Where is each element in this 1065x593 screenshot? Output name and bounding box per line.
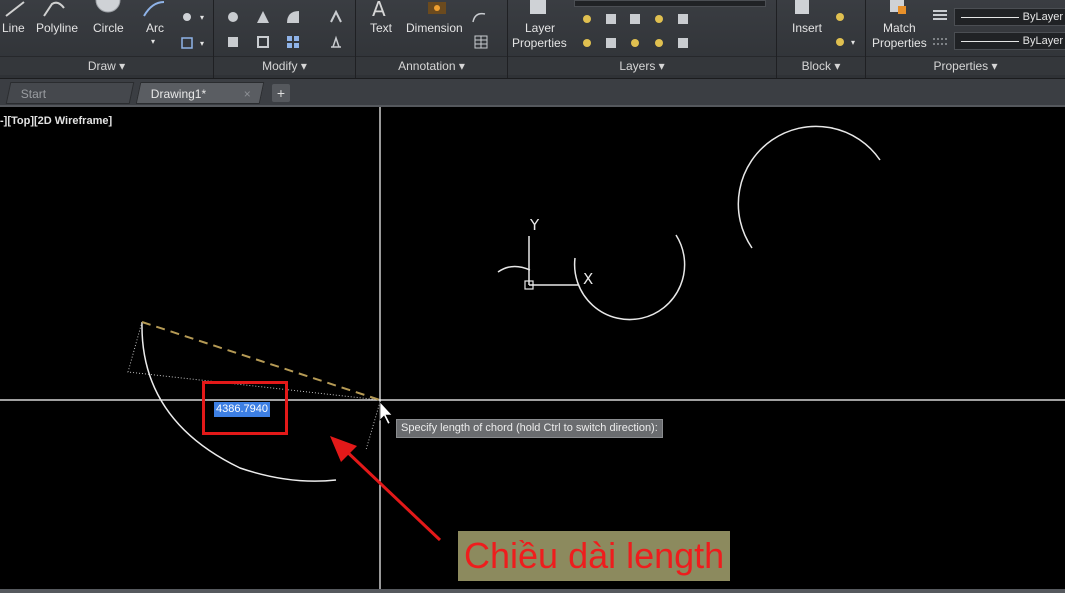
- linetype-dropdown-line: [961, 41, 1019, 42]
- layer-tool-9-icon[interactable]: [652, 36, 666, 50]
- polyline-icon[interactable]: [42, 0, 68, 23]
- draw-panel-title[interactable]: Draw ▾: [0, 56, 213, 75]
- layer-tool-8-icon[interactable]: [628, 36, 642, 50]
- lineweight-icon[interactable]: [932, 8, 947, 22]
- viewport-controls[interactable]: -][Top][2D Wireframe]: [0, 115, 112, 127]
- layer-tool-7-icon[interactable]: [604, 36, 618, 50]
- highlight-box: [202, 381, 288, 435]
- layer-tool-5-icon[interactable]: [676, 12, 690, 26]
- annotation-panel: A Text Dimension Annotation ▾: [356, 0, 508, 78]
- tab-drawing1-label: Drawing1*: [150, 87, 207, 101]
- line-icon[interactable]: [4, 0, 26, 23]
- command-tooltip: Specify length of chord (hold Ctrl to sw…: [396, 419, 663, 438]
- close-icon[interactable]: ×: [244, 83, 251, 105]
- fillet-icon[interactable]: [329, 9, 343, 24]
- polyline-tool-label[interactable]: Polyline: [36, 21, 78, 35]
- layer-tool-3-icon[interactable]: [628, 12, 642, 26]
- copy-icon[interactable]: [226, 35, 240, 49]
- tab-drawing1[interactable]: Drawing1* ×: [135, 82, 265, 105]
- annotation-panel-title[interactable]: Annotation ▾: [356, 56, 507, 75]
- mirror-icon[interactable]: [256, 35, 270, 49]
- region-icon[interactable]: [180, 36, 194, 50]
- offset-icon[interactable]: [329, 35, 343, 49]
- hatch-icon[interactable]: [180, 10, 194, 24]
- match-properties-label-2[interactable]: Properties: [872, 36, 927, 50]
- lineweight-dropdown-value: ByLayer: [1022, 11, 1063, 23]
- drawing-canvas[interactable]: [0, 107, 1065, 593]
- callout-label: Chiều dài length: [458, 531, 731, 581]
- draw-more-icon[interactable]: ▾: [200, 11, 204, 25]
- circle-icon[interactable]: [93, 0, 123, 23]
- layer-properties-label-2[interactable]: Properties: [512, 36, 567, 50]
- arc-tool-label[interactable]: Arc: [146, 21, 164, 35]
- properties-panel: Match Properties ByLayer ByLayer Propert…: [866, 0, 1065, 78]
- line-tool-label[interactable]: Line: [2, 21, 25, 35]
- linetype-icon[interactable]: [932, 35, 947, 49]
- arc-dropdown-icon[interactable]: ▾: [151, 35, 155, 49]
- layer-tool-4-icon[interactable]: [652, 12, 666, 26]
- tab-start[interactable]: Start: [5, 82, 135, 104]
- draw-more2-icon[interactable]: ▾: [200, 37, 204, 51]
- match-properties-label-1[interactable]: Match: [883, 21, 916, 35]
- svg-text:A: A: [372, 0, 386, 18]
- array-icon[interactable]: [286, 35, 300, 49]
- arc-icon[interactable]: [142, 0, 166, 23]
- layers-panel: Layer Properties Layers ▾: [508, 0, 777, 78]
- dimension-tool-label[interactable]: Dimension: [406, 21, 463, 35]
- block-panel-title[interactable]: Block ▾: [777, 56, 865, 75]
- layer-properties-label-1[interactable]: Layer: [525, 21, 555, 35]
- layer-tool-2-icon[interactable]: [604, 12, 618, 26]
- ribbon: Line Polyline Circle Arc ▾ ▾ ▾ Draw ▾ Mo…: [0, 0, 1065, 79]
- add-tab-button[interactable]: +: [272, 84, 290, 102]
- layer-tool-1-icon[interactable]: [580, 12, 594, 26]
- edit-block-icon[interactable]: [833, 35, 847, 49]
- table-icon[interactable]: [474, 35, 488, 49]
- lineweight-dropdown-line: [961, 17, 1019, 18]
- layer-dropdown[interactable]: [574, 0, 766, 7]
- layer-tool-6-icon[interactable]: [580, 36, 594, 50]
- text-tool-label[interactable]: Text: [370, 21, 392, 35]
- linetype-dropdown-value: ByLayer: [1022, 35, 1063, 47]
- text-icon[interactable]: A: [370, 0, 392, 23]
- match-properties-icon[interactable]: [888, 0, 910, 23]
- linetype-dropdown[interactable]: ByLayer: [954, 32, 1065, 50]
- create-block-icon[interactable]: [833, 10, 847, 24]
- block-panel: Insert ▾ Block ▾: [777, 0, 866, 78]
- file-tab-bar: Start Drawing1* × +: [0, 79, 1065, 107]
- modify-panel-title[interactable]: Modify ▾: [214, 56, 355, 75]
- layer-properties-icon[interactable]: [526, 0, 552, 21]
- leader-icon[interactable]: [471, 10, 486, 24]
- move-icon[interactable]: [226, 10, 240, 24]
- layer-tool-10-icon[interactable]: [676, 36, 690, 50]
- insert-icon[interactable]: [793, 0, 813, 21]
- trim-icon[interactable]: [286, 10, 300, 24]
- status-bar-edge: [0, 589, 1065, 593]
- circle-tool-label[interactable]: Circle: [93, 21, 124, 35]
- lineweight-dropdown[interactable]: ByLayer: [954, 8, 1065, 26]
- dimension-icon[interactable]: [424, 0, 450, 23]
- rotate-icon[interactable]: [256, 10, 270, 24]
- properties-panel-title[interactable]: Properties ▾: [866, 56, 1065, 75]
- layers-panel-title[interactable]: Layers ▾: [508, 56, 776, 75]
- edit-block-dropdown-icon[interactable]: ▾: [851, 36, 855, 50]
- modify-panel: Modify ▾: [214, 0, 356, 78]
- tab-start-label: Start: [20, 87, 47, 101]
- draw-panel: Line Polyline Circle Arc ▾ ▾ ▾ Draw ▾: [0, 0, 214, 78]
- insert-tool-label[interactable]: Insert: [792, 21, 822, 35]
